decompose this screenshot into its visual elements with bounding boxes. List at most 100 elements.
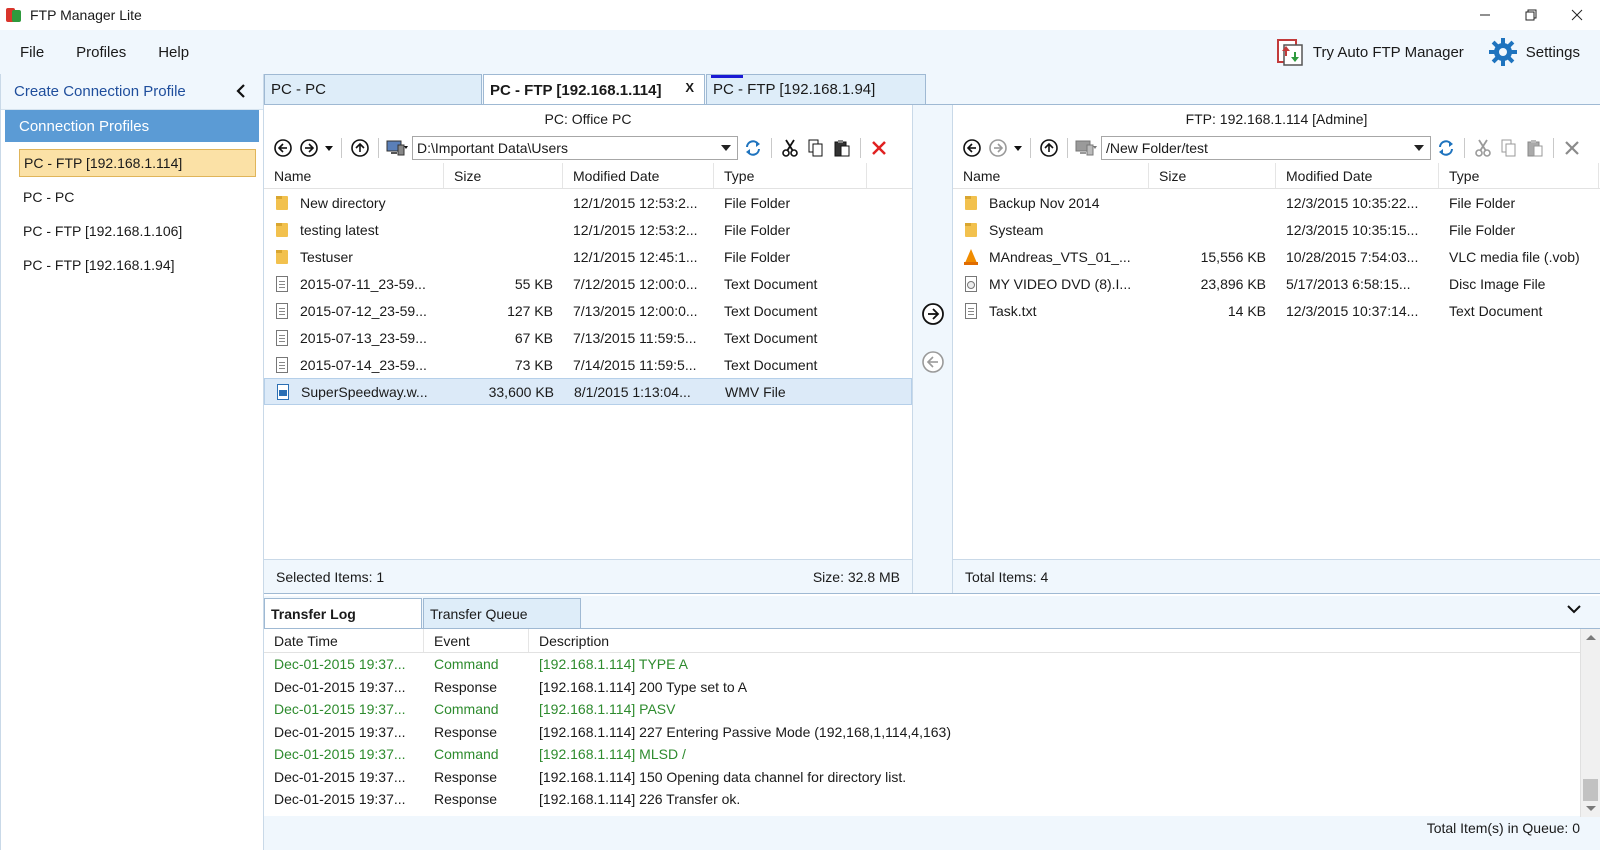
delete-icon[interactable] bbox=[1561, 137, 1583, 159]
paste-icon[interactable] bbox=[831, 137, 853, 159]
local-path-dropdown[interactable]: D:\Important Data\Users bbox=[412, 136, 738, 160]
paste-icon[interactable] bbox=[1524, 137, 1546, 159]
file-row[interactable]: New directory 12/1/2015 12:53:2... File … bbox=[264, 189, 912, 216]
up-folder-icon[interactable] bbox=[349, 137, 371, 159]
drive-select-icon[interactable] bbox=[1075, 137, 1097, 159]
column-modified[interactable]: Modified Date bbox=[563, 163, 714, 188]
file-row[interactable]: Systeam 12/3/2015 10:35:15... File Folde… bbox=[953, 216, 1600, 243]
upload-arrow-icon[interactable] bbox=[921, 302, 945, 326]
column-description[interactable]: Description bbox=[529, 629, 1579, 652]
profile-item[interactable]: PC - FTP [192.168.1.94] bbox=[19, 251, 256, 279]
log-row[interactable]: Dec-01-2015 19:37... Response [192.168.1… bbox=[264, 676, 1600, 699]
column-modified[interactable]: Modified Date bbox=[1276, 163, 1439, 188]
profile-item[interactable]: PC - FTP [192.168.1.106] bbox=[19, 217, 256, 245]
minimize-button[interactable] bbox=[1462, 0, 1508, 30]
tab-pc-ftp-114[interactable]: PC - FTP [192.168.1.114] X bbox=[483, 74, 705, 105]
tab-transfer-log[interactable]: Transfer Log bbox=[264, 598, 422, 628]
local-file-list: New directory 12/1/2015 12:53:2... File … bbox=[264, 189, 912, 405]
text-document-icon bbox=[274, 329, 290, 346]
file-row[interactable]: Backup Nov 2014 12/3/2015 10:35:22... Fi… bbox=[953, 189, 1600, 216]
up-folder-icon[interactable] bbox=[1038, 137, 1060, 159]
file-size bbox=[1149, 216, 1276, 243]
column-type[interactable]: Type bbox=[714, 163, 867, 188]
try-auto-ftp-button[interactable]: Try Auto FTP Manager bbox=[1275, 37, 1464, 67]
log-event: Response bbox=[434, 723, 498, 740]
log-row[interactable]: Dec-01-2015 19:37... Response [192.168.1… bbox=[264, 766, 1600, 789]
remote-panel-title: FTP: 192.168.1.114 [Admine] bbox=[1185, 111, 1368, 127]
collapse-sidebar-icon[interactable] bbox=[235, 83, 247, 104]
tab-close-icon[interactable]: X bbox=[685, 80, 694, 95]
remote-path-dropdown[interactable]: /New Folder/test bbox=[1101, 136, 1431, 160]
log-scrollbar[interactable] bbox=[1580, 629, 1600, 817]
column-name[interactable]: Name bbox=[953, 163, 1149, 188]
column-size[interactable]: Size bbox=[1149, 163, 1276, 188]
column-size[interactable]: Size bbox=[444, 163, 563, 188]
copy-icon[interactable] bbox=[805, 137, 827, 159]
file-row[interactable]: 2015-07-12_23-59... 127 KB 7/13/2015 12:… bbox=[264, 297, 912, 324]
profile-item[interactable]: PC - PC bbox=[19, 183, 256, 211]
text-document-icon bbox=[274, 275, 290, 292]
refresh-icon[interactable] bbox=[742, 137, 764, 159]
log-row[interactable]: Dec-01-2015 19:37... Command [192.168.1.… bbox=[264, 698, 1600, 721]
file-row-selected[interactable]: SuperSpeedway.w... 33,600 KB 8/1/2015 1:… bbox=[264, 378, 912, 405]
column-event[interactable]: Event bbox=[424, 629, 529, 652]
log-row[interactable]: Dec-01-2015 19:37... Command [192.168.1.… bbox=[264, 743, 1600, 766]
tab-transfer-queue[interactable]: Transfer Queue bbox=[423, 598, 581, 628]
history-dropdown-icon[interactable] bbox=[1013, 137, 1023, 159]
profile-item[interactable]: PC - FTP [192.168.1.114] bbox=[19, 149, 256, 177]
history-dropdown-icon[interactable] bbox=[324, 137, 334, 159]
download-arrow-icon[interactable] bbox=[921, 350, 945, 374]
delete-icon[interactable] bbox=[868, 137, 890, 159]
tab-pc-pc[interactable]: PC - PC bbox=[264, 74, 482, 104]
file-name: MY VIDEO DVD (8).I... bbox=[989, 275, 1132, 292]
file-panels: PC: Office PC D:\Important Data\Users Na… bbox=[264, 104, 1600, 594]
log-row[interactable]: Dec-01-2015 19:37... Command [192.168.1.… bbox=[264, 653, 1600, 676]
drive-select-icon[interactable] bbox=[386, 137, 408, 159]
settings-button[interactable]: Settings bbox=[1488, 37, 1580, 67]
scroll-thumb[interactable] bbox=[1583, 779, 1598, 801]
forward-icon[interactable] bbox=[987, 137, 1009, 159]
column-type[interactable]: Type bbox=[1439, 163, 1599, 188]
file-row[interactable]: 2015-07-13_23-59... 67 KB 7/13/2015 11:5… bbox=[264, 324, 912, 351]
scroll-up-icon[interactable] bbox=[1586, 635, 1596, 640]
text-document-icon bbox=[274, 356, 290, 373]
remote-status-bar: Total Items: 4 bbox=[953, 559, 1600, 593]
log-time: Dec-01-2015 19:37... bbox=[274, 791, 406, 808]
scroll-down-icon[interactable] bbox=[1586, 806, 1596, 811]
file-row[interactable]: MY VIDEO DVD (8).I... 23,896 KB 5/17/201… bbox=[953, 270, 1600, 297]
log-row[interactable]: Dec-01-2015 19:37... Response [192.168.1… bbox=[264, 788, 1600, 811]
restore-button[interactable] bbox=[1508, 0, 1554, 30]
log-time: Dec-01-2015 19:37... bbox=[274, 678, 406, 695]
file-name: testing latest bbox=[300, 221, 379, 238]
file-row[interactable]: 2015-07-11_23-59... 55 KB 7/12/2015 12:0… bbox=[264, 270, 912, 297]
file-type: Disc Image File bbox=[1449, 275, 1546, 292]
log-description: [192.168.1.114] MLSD / bbox=[539, 746, 686, 763]
file-row[interactable]: 2015-07-14_23-59... 73 KB 7/14/2015 11:5… bbox=[264, 351, 912, 378]
menu-profiles[interactable]: Profiles bbox=[63, 44, 139, 61]
close-button[interactable] bbox=[1554, 0, 1600, 30]
cut-icon[interactable] bbox=[1472, 137, 1494, 159]
chevron-down-icon bbox=[1414, 145, 1424, 151]
copy-icon[interactable] bbox=[1498, 137, 1520, 159]
log-row[interactable]: Dec-01-2015 19:37... Response [192.168.1… bbox=[264, 721, 1600, 744]
column-name[interactable]: Name bbox=[264, 163, 444, 188]
menu-help[interactable]: Help bbox=[145, 44, 202, 61]
back-icon[interactable] bbox=[272, 137, 294, 159]
file-type: File Folder bbox=[1449, 194, 1516, 211]
file-row[interactable]: testing latest 12/1/2015 12:53:2... File… bbox=[264, 216, 912, 243]
refresh-icon[interactable] bbox=[1435, 137, 1457, 159]
back-icon[interactable] bbox=[961, 137, 983, 159]
forward-icon[interactable] bbox=[298, 137, 320, 159]
collapse-log-icon[interactable] bbox=[1566, 602, 1582, 618]
menu-file[interactable]: File bbox=[7, 44, 57, 61]
file-row[interactable]: Task.txt 14 KB 12/3/2015 10:37:14... Tex… bbox=[953, 297, 1600, 324]
cut-icon[interactable] bbox=[779, 137, 801, 159]
column-date-time[interactable]: Date Time bbox=[264, 629, 424, 652]
file-size bbox=[444, 243, 563, 270]
file-name: 2015-07-11_23-59... bbox=[300, 275, 426, 292]
tab-pc-ftp-94[interactable]: PC - FTP [192.168.1.94] bbox=[706, 74, 926, 104]
file-row[interactable]: MAndreas_VTS_01_... 15,556 KB 10/28/2015… bbox=[953, 243, 1600, 270]
try-auto-ftp-label: Try Auto FTP Manager bbox=[1312, 43, 1464, 61]
file-row[interactable]: Testuser 12/1/2015 12:45:1... File Folde… bbox=[264, 243, 912, 270]
create-connection-profile-link[interactable]: Create Connection Profile bbox=[1, 74, 263, 110]
